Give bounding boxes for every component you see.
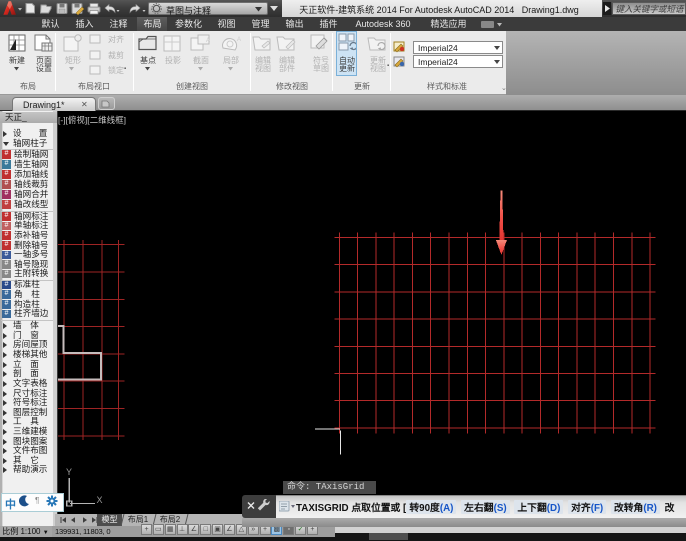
svg-text:X: X	[97, 495, 103, 505]
svg-text:A: A	[237, 37, 241, 43]
svg-text:A: A	[206, 38, 210, 44]
svg-text:Y: Y	[66, 467, 72, 477]
